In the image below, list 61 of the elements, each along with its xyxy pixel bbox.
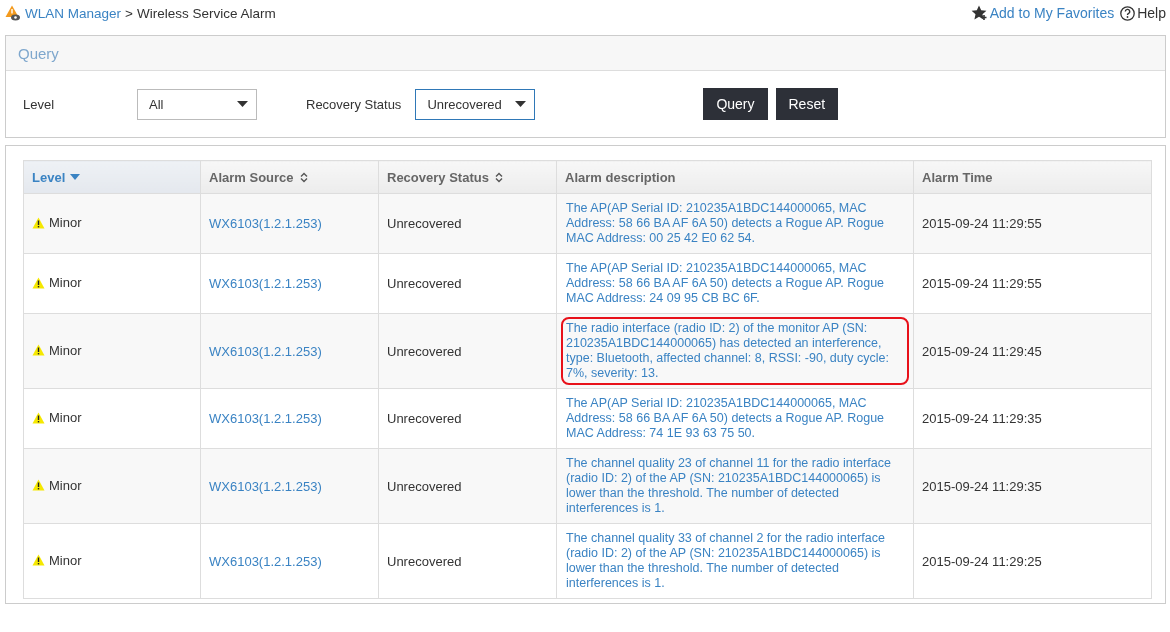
table-cell: Minor: [23, 253, 201, 314]
column-header[interactable]: Level: [23, 160, 201, 194]
breadcrumb-link[interactable]: WLAN Manager: [25, 5, 122, 21]
column-header[interactable]: Alarm description: [556, 160, 914, 194]
alarm-source-link[interactable]: WX6103(1.2.1.253): [209, 276, 322, 291]
sort-icon: [494, 171, 503, 183]
table-cell: Minor: [23, 523, 201, 599]
alarm-source-link[interactable]: WX6103(1.2.1.253): [209, 216, 322, 231]
table-cell: 2015-09-24 11:29:35: [913, 448, 1152, 524]
table-cell: Minor: [23, 193, 201, 254]
table-cell: Unrecovered: [378, 253, 557, 314]
table-cell: 2015-09-24 11:29:35: [913, 388, 1152, 449]
field-label: Level: [23, 96, 56, 112]
warning-icon: [32, 216, 45, 229]
dropdown[interactable]: All: [137, 88, 257, 120]
help-link[interactable]: Help: [1120, 5, 1166, 21]
table-cell: Minor: [23, 448, 201, 524]
sort-descending-icon: [70, 174, 81, 180]
reset-button[interactable]: Reset: [775, 88, 839, 120]
table-cell: Unrecovered: [378, 313, 557, 389]
alarm-description-link[interactable]: The AP(AP Serial ID: 210235A1BDC144000065, MAC Address: 58 66 BA AF 6A 50) detects a Rogue AP. Rogue MAC Address: 24 09 95 CB BC 6F.: [561, 257, 909, 310]
alarm-description-link[interactable]: The channel quality 33 of channel 2 for the radio interface (radio ID: 2) of the AP (SN: 210235A1BDC144000065) is lower than the threshold. The number of detected interferences is 1.: [561, 527, 909, 595]
alarm-source-link[interactable]: WX6103(1.2.1.253): [209, 553, 322, 569]
column-header[interactable]: Alarm Source: [200, 160, 379, 194]
alarm-description-link[interactable]: The radio interface (radio ID: 2) of the monitor AP (SN: 210235A1BDC144000065) has detected an interference, type: Bluetooth, affected channel: 8, RSSI: -90, duty cycle: 7%, severity: 13.: [561, 317, 909, 385]
table-cell: 2015-09-24 11:29:55: [913, 193, 1152, 254]
dropdown[interactable]: Unrecovered: [415, 88, 536, 120]
warning-icon: [32, 276, 45, 289]
breadcrumb-separator: >: [125, 5, 133, 21]
sort-icon: [299, 171, 308, 183]
add-favorites-link[interactable]: Add to My Favorites: [970, 5, 1115, 21]
table-cell: Unrecovered: [378, 388, 557, 449]
warning-icon: [32, 344, 45, 357]
table-cell: 2015-09-24 11:29:25: [913, 523, 1152, 599]
table-cell: Minor: [23, 313, 201, 389]
table-cell: Unrecovered: [378, 448, 557, 524]
alarm-source-link[interactable]: WX6103(1.2.1.253): [209, 343, 322, 359]
warning-icon: [32, 554, 45, 567]
alarm-description-link[interactable]: The AP(AP Serial ID: 210235A1BDC144000065, MAC Address: 58 66 BA AF 6A 50) detects a Rogue AP. Rogue MAC Address: 00 25 42 E0 62 54.: [561, 197, 909, 250]
table-cell: Unrecovered: [378, 523, 557, 599]
field-label: Recovery Status: [306, 96, 402, 112]
star-plus-icon: [970, 5, 988, 21]
dropdown-caret-icon: [515, 101, 527, 107]
dropdown-caret-icon: [237, 101, 248, 107]
table-cell: Unrecovered: [378, 193, 557, 254]
alarm-description-link[interactable]: The AP(AP Serial ID: 210235A1BDC144000065, MAC Address: 58 66 BA AF 6A 50) detects a Rogue AP. Rogue MAC Address: 74 1E 93 63 75 50.: [561, 392, 909, 445]
table-cell: 2015-09-24 11:29:55: [913, 253, 1152, 314]
panel-title: Query: [18, 44, 59, 62]
column-header[interactable]: Alarm Time: [913, 160, 1152, 194]
alarm-description-link[interactable]: The channel quality 23 of channel 11 for the radio interface (radio ID: 2) of the AP (SN: 210235A1BDC144000065) is lower than the threshold. The number of detected interferences is 1.: [561, 452, 909, 520]
column-header[interactable]: Recovery Status: [378, 160, 557, 194]
warning-icon: [32, 411, 45, 424]
warning-eye-logo-icon: [5, 5, 21, 21]
alarm-source-link[interactable]: WX6103(1.2.1.253): [209, 478, 322, 494]
alarm-source-link[interactable]: WX6103(1.2.1.253): [209, 411, 322, 426]
warning-icon: [32, 479, 45, 492]
table-cell: 2015-09-24 11:29:45: [913, 313, 1152, 389]
help-icon: [1120, 5, 1136, 21]
table-cell: Minor: [23, 388, 201, 449]
query-button[interactable]: Query: [703, 88, 768, 120]
breadcrumb-current: Wireless Service Alarm: [136, 5, 276, 21]
